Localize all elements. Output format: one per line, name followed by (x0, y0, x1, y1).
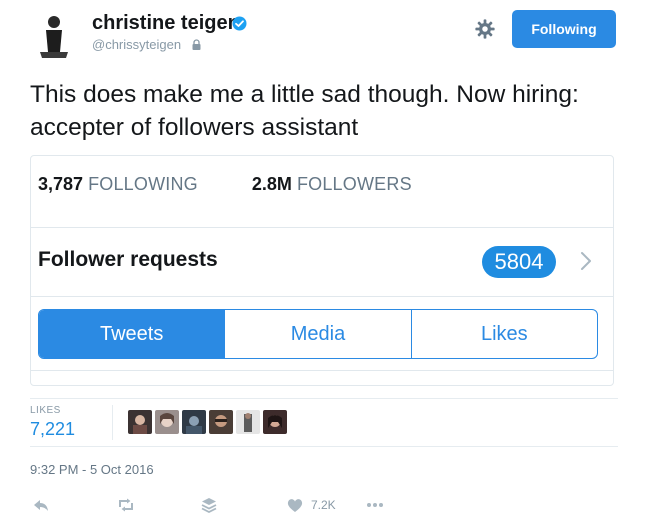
liker-avatar[interactable] (236, 410, 260, 434)
stack-icon[interactable] (200, 496, 218, 514)
tab-likes[interactable]: Likes (410, 310, 597, 358)
card-divider (31, 370, 613, 371)
chevron-right-icon[interactable] (578, 248, 594, 274)
tweet-timestamp[interactable]: 9:32 PM - 5 Oct 2016 (30, 462, 154, 477)
liker-avatar[interactable] (209, 410, 233, 434)
liker-avatar[interactable] (182, 410, 206, 434)
profile-name[interactable]: christine teigen (92, 12, 240, 35)
liker-avatar[interactable] (155, 410, 179, 434)
stats-row: 3,787 FOLLOWING 2.8M FOLLOWERS (38, 174, 412, 195)
more-options-icon[interactable] (366, 496, 384, 514)
profile-handle[interactable]: @chrissyteigen (92, 37, 181, 52)
retweet-icon[interactable] (117, 496, 135, 514)
follower-requests-badge[interactable]: 5804 (482, 246, 556, 278)
card-divider (31, 227, 613, 228)
likes-count[interactable]: 7,221 (30, 419, 75, 440)
like-action-count[interactable]: 7.2K (311, 498, 336, 512)
gear-icon[interactable] (474, 18, 496, 40)
reply-icon[interactable] (32, 496, 50, 514)
liker-avatar[interactable] (263, 410, 287, 434)
liker-avatar[interactable] (128, 410, 152, 434)
liker-avatars (128, 410, 287, 434)
likes-label: LIKES (30, 405, 61, 416)
followers-count[interactable]: 2.8M (252, 174, 292, 194)
section-divider (30, 398, 618, 399)
lock-icon (192, 39, 201, 50)
tab-media[interactable]: Media (224, 310, 410, 358)
tweet-text: This does make me a little sad though. N… (30, 81, 579, 141)
section-divider (30, 446, 618, 447)
tab-tweets[interactable]: Tweets (39, 310, 225, 358)
following-label[interactable]: FOLLOWING (88, 174, 198, 194)
heart-icon[interactable] (286, 496, 304, 514)
following-count[interactable]: 3,787 (38, 174, 83, 194)
profile-avatar[interactable] (36, 12, 72, 60)
profile-tabs: Tweets Media Likes (38, 309, 598, 359)
verified-badge-icon (232, 16, 247, 31)
followers-label[interactable]: FOLLOWERS (297, 174, 412, 194)
vertical-divider (112, 405, 113, 440)
follower-requests-label[interactable]: Follower requests (38, 248, 218, 272)
card-divider (31, 296, 613, 297)
following-button[interactable]: Following (512, 10, 616, 48)
